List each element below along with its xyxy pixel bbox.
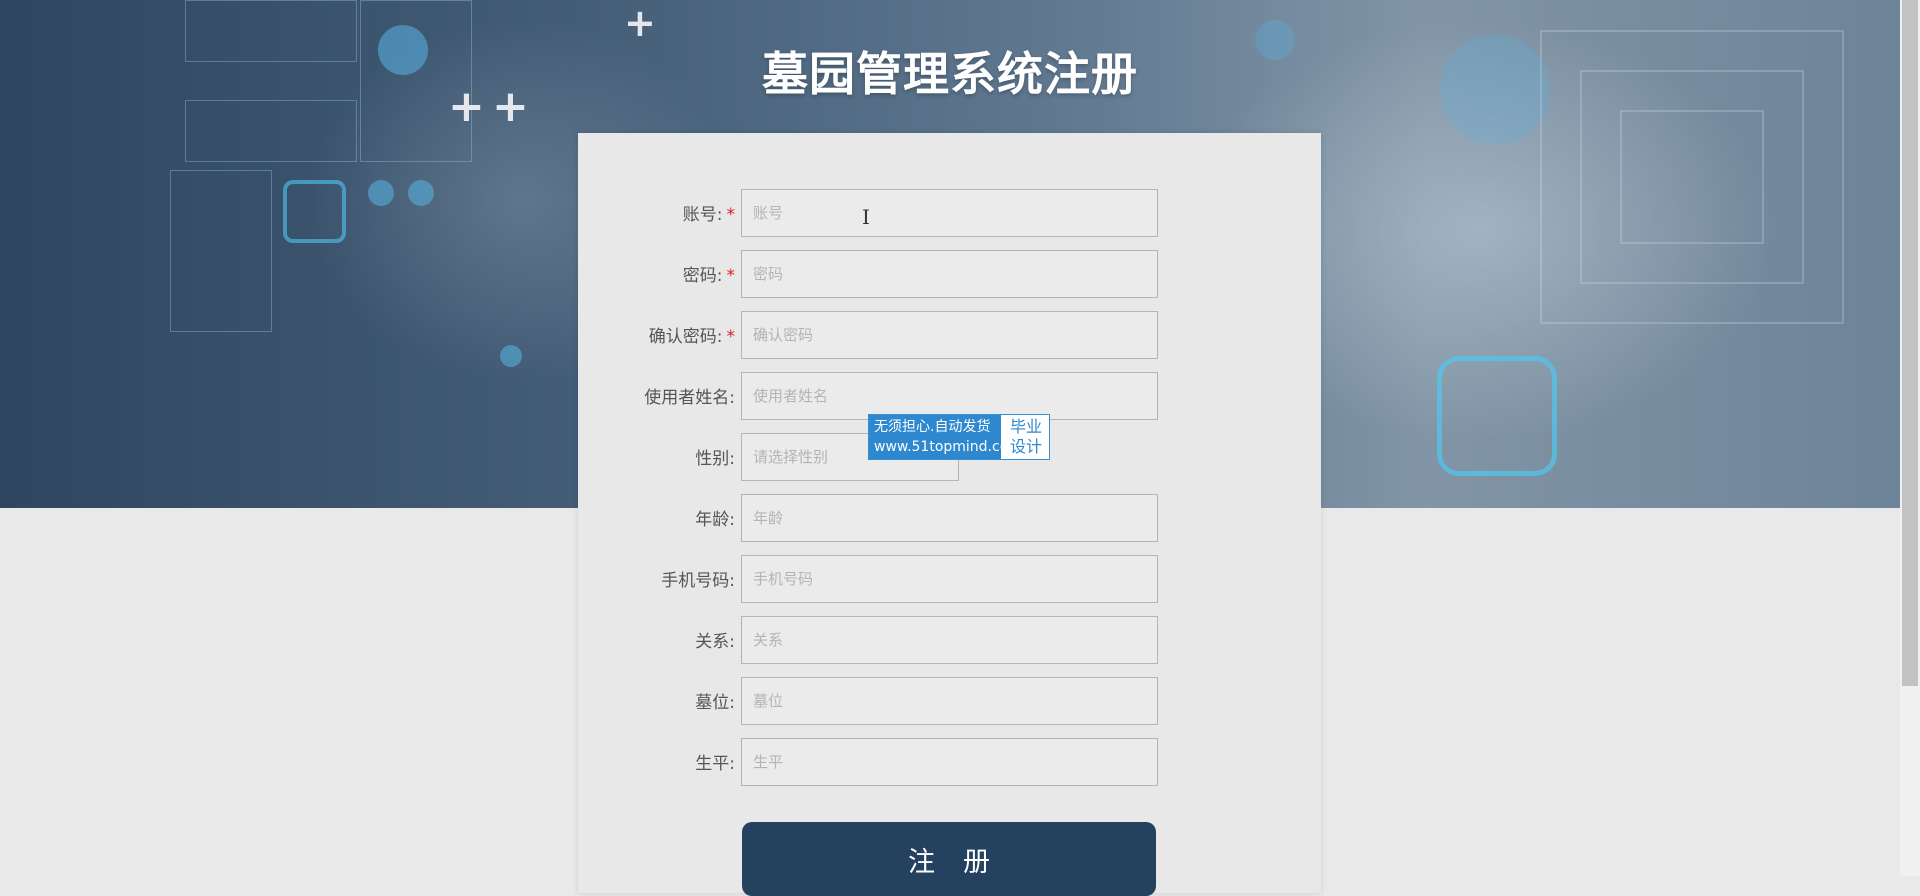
form-row-age: 年龄:: [578, 494, 1321, 544]
register-form: 账号:* 密码:* 确认密码:* 使用者姓名: 性别: 年龄: 手机号码: 关系…: [578, 133, 1321, 896]
form-row-biography: 生平:: [578, 738, 1321, 788]
badge-side-line: 设计: [1009, 437, 1042, 456]
grave-slot-input[interactable]: [741, 677, 1158, 725]
badge-text-block: 无须担心.自动发货 www.51topmind.com: [869, 415, 1022, 459]
form-row-password: 密码: *: [578, 250, 1321, 300]
plus-icon: +: [624, 1, 656, 45]
form-row-account: 账号: *: [578, 189, 1321, 239]
hud-button-icon: [1437, 356, 1557, 476]
tunnel-frame: [1620, 110, 1764, 244]
field-label: 墓位:: [695, 693, 735, 713]
scrollbar[interactable]: [1900, 0, 1920, 876]
badge-side-line: 毕业: [1009, 417, 1042, 436]
field-label: 关系:: [695, 632, 735, 652]
hud-dot-icon: [500, 345, 522, 367]
field-label: 确认密码: *: [648, 327, 736, 347]
field-label: 年龄:: [695, 510, 735, 530]
confirm-password-input[interactable]: [741, 311, 1158, 359]
hud-panel: [185, 100, 357, 162]
hud-dot-icon: [368, 180, 394, 206]
field-label: 密码: *: [682, 266, 736, 286]
scrollbar-thumb[interactable]: [1902, 0, 1918, 686]
watermark-badge[interactable]: 无须担心.自动发货 www.51topmind.com 毕业 设计: [868, 414, 1050, 460]
field-label: 使用者姓名:: [644, 388, 735, 408]
register-button[interactable]: 注册: [742, 822, 1156, 896]
field-label: 手机号码:: [661, 571, 735, 591]
page-title: 墓园管理系统注册: [762, 47, 1138, 101]
field-label: 账号: *: [682, 205, 736, 225]
field-label: 性别:: [695, 449, 735, 469]
relation-input[interactable]: [741, 616, 1158, 664]
text-cursor-icon: I: [862, 205, 870, 229]
required-mark: *: [726, 266, 736, 286]
hud-panel: [170, 170, 272, 332]
form-row-relation: 关系:: [578, 616, 1321, 666]
user-name-input[interactable]: [741, 372, 1158, 420]
hud-dot-icon: [408, 180, 434, 206]
age-input[interactable]: [741, 494, 1158, 542]
phone-input[interactable]: [741, 555, 1158, 603]
field-label: 生平:: [695, 754, 735, 774]
biography-input[interactable]: [741, 738, 1158, 786]
badge-line: 无须担心.自动发货: [874, 419, 991, 435]
account-input[interactable]: [741, 189, 1158, 237]
required-mark: *: [726, 205, 736, 225]
form-row-confirm-password: 确认密码: *: [578, 311, 1321, 361]
form-row-grave-slot: 墓位:: [578, 677, 1321, 727]
badge-side-text: 毕业 设计: [1005, 417, 1047, 457]
required-mark: *: [726, 327, 736, 347]
badge-url: www.51topmind.com: [874, 439, 1022, 455]
hud-square-icon: [283, 180, 346, 243]
form-row-phone: 手机号码:: [578, 555, 1321, 605]
password-input[interactable]: [741, 250, 1158, 298]
